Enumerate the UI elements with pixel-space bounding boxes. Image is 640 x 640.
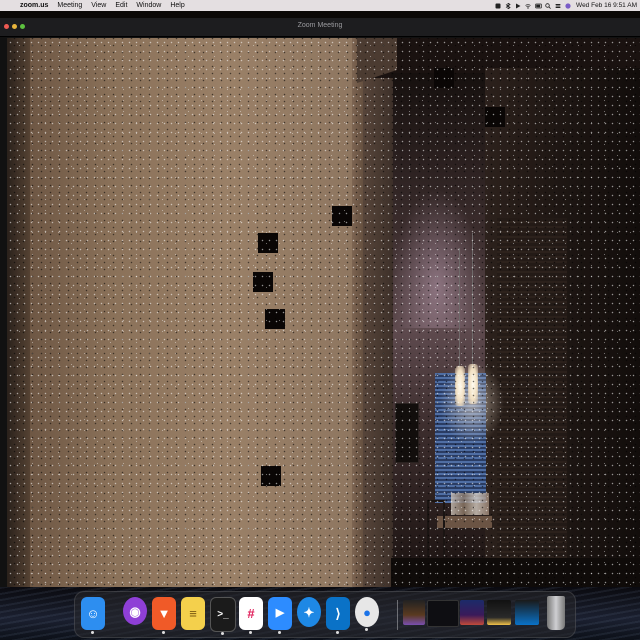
hallway-light (392, 188, 482, 328)
play-icon[interactable] (515, 3, 521, 9)
minimized-window-thumbnail[interactable] (460, 600, 484, 625)
window-title: Zoom Meeting (297, 22, 343, 29)
pendant-lamp (455, 366, 465, 406)
minimized-window-thumbnail[interactable] (487, 600, 511, 625)
menu-window[interactable]: Window (136, 2, 161, 9)
safari-icon[interactable]: ✦ (297, 597, 321, 627)
brave-browser-icon[interactable]: ▼ (152, 597, 176, 634)
pendant-lamp (468, 364, 478, 404)
dock-glyph: ▶ (275, 607, 285, 619)
dock-glyph: >_ (217, 608, 229, 620)
dock-glyph: ✦ (303, 604, 315, 620)
notes-icon[interactable]: ≡ (181, 597, 205, 630)
dock-separator (397, 600, 398, 630)
menu-help[interactable]: Help (170, 2, 184, 9)
wifi-icon[interactable] (525, 3, 531, 9)
lamp-cord (459, 248, 460, 368)
floor (391, 558, 640, 587)
battery-icon[interactable] (535, 3, 542, 9)
occlusion-square (261, 466, 281, 486)
dock-glyph: ☺ (86, 606, 100, 621)
desktop: zoom.us Meeting View Edit Window Help We… (0, 0, 640, 640)
slack-icon[interactable]: # (239, 597, 263, 634)
occlusion-square (485, 107, 505, 127)
trash-icon[interactable] (547, 596, 565, 630)
siri-icon[interactable] (565, 2, 571, 9)
dining-chair (427, 500, 445, 562)
dock-glyph: ▼ (157, 606, 171, 621)
minimized-window-thumbnail[interactable] (515, 600, 539, 625)
menu-bar: zoom.us Meeting View Edit Window Help We… (0, 0, 640, 11)
table-items (451, 493, 489, 515)
dock-glyph: ⟩ (335, 606, 341, 621)
control-center-icon[interactable] (555, 3, 561, 9)
minimized-window-thumbnail[interactable] (427, 600, 459, 627)
menu-view[interactable]: View (91, 2, 106, 9)
zoom-status-icon[interactable] (495, 3, 501, 9)
zoom-meeting-window: Zoom Meeting (0, 18, 640, 587)
finder-icon[interactable]: ☺ (81, 597, 105, 634)
occlusion-square (258, 233, 278, 253)
dock-glyph: # (247, 606, 255, 621)
bluetooth-icon[interactable] (505, 1, 511, 10)
occlusion-square (253, 272, 273, 292)
menu-meeting[interactable]: Meeting (57, 2, 82, 9)
status-area: Wed Feb 16 9:51 AM (491, 0, 637, 11)
terminal-icon[interactable]: >_ (210, 597, 236, 635)
dock-glyph: ◉ (129, 603, 141, 619)
door-trim (363, 78, 393, 587)
dock-glyph: ≡ (189, 606, 197, 621)
occlusion-square (434, 68, 454, 88)
window-titlebar[interactable]: Zoom Meeting (0, 18, 640, 37)
menu-edit[interactable]: Edit (115, 2, 127, 9)
vscode-icon[interactable]: ⟩ (326, 597, 350, 634)
dock: ☺ ◉ ▼ ≡ >_ # ▶ ✦ ⟩ ● (74, 591, 576, 638)
minimized-window-thumbnail[interactable] (403, 600, 425, 625)
dining-table (437, 516, 492, 528)
dock-glyph: ● (363, 604, 371, 620)
app-menu[interactable]: zoom.us (20, 2, 48, 9)
occlusion-square (332, 206, 352, 226)
chrome-icon[interactable]: ● (355, 597, 379, 631)
search-icon[interactable] (545, 2, 551, 9)
lamp-cord (472, 233, 473, 368)
menubar-clock[interactable]: Wed Feb 16 9:51 AM (576, 2, 637, 9)
picture-frame (395, 403, 419, 463)
wall-surface (30, 38, 360, 587)
podcasts-icon[interactable]: ◉ (123, 597, 147, 625)
zoom-icon[interactable]: ▶ (268, 597, 292, 634)
occlusion-square (265, 309, 285, 329)
video-feed[interactable] (7, 38, 640, 587)
shutter-door (497, 218, 567, 568)
